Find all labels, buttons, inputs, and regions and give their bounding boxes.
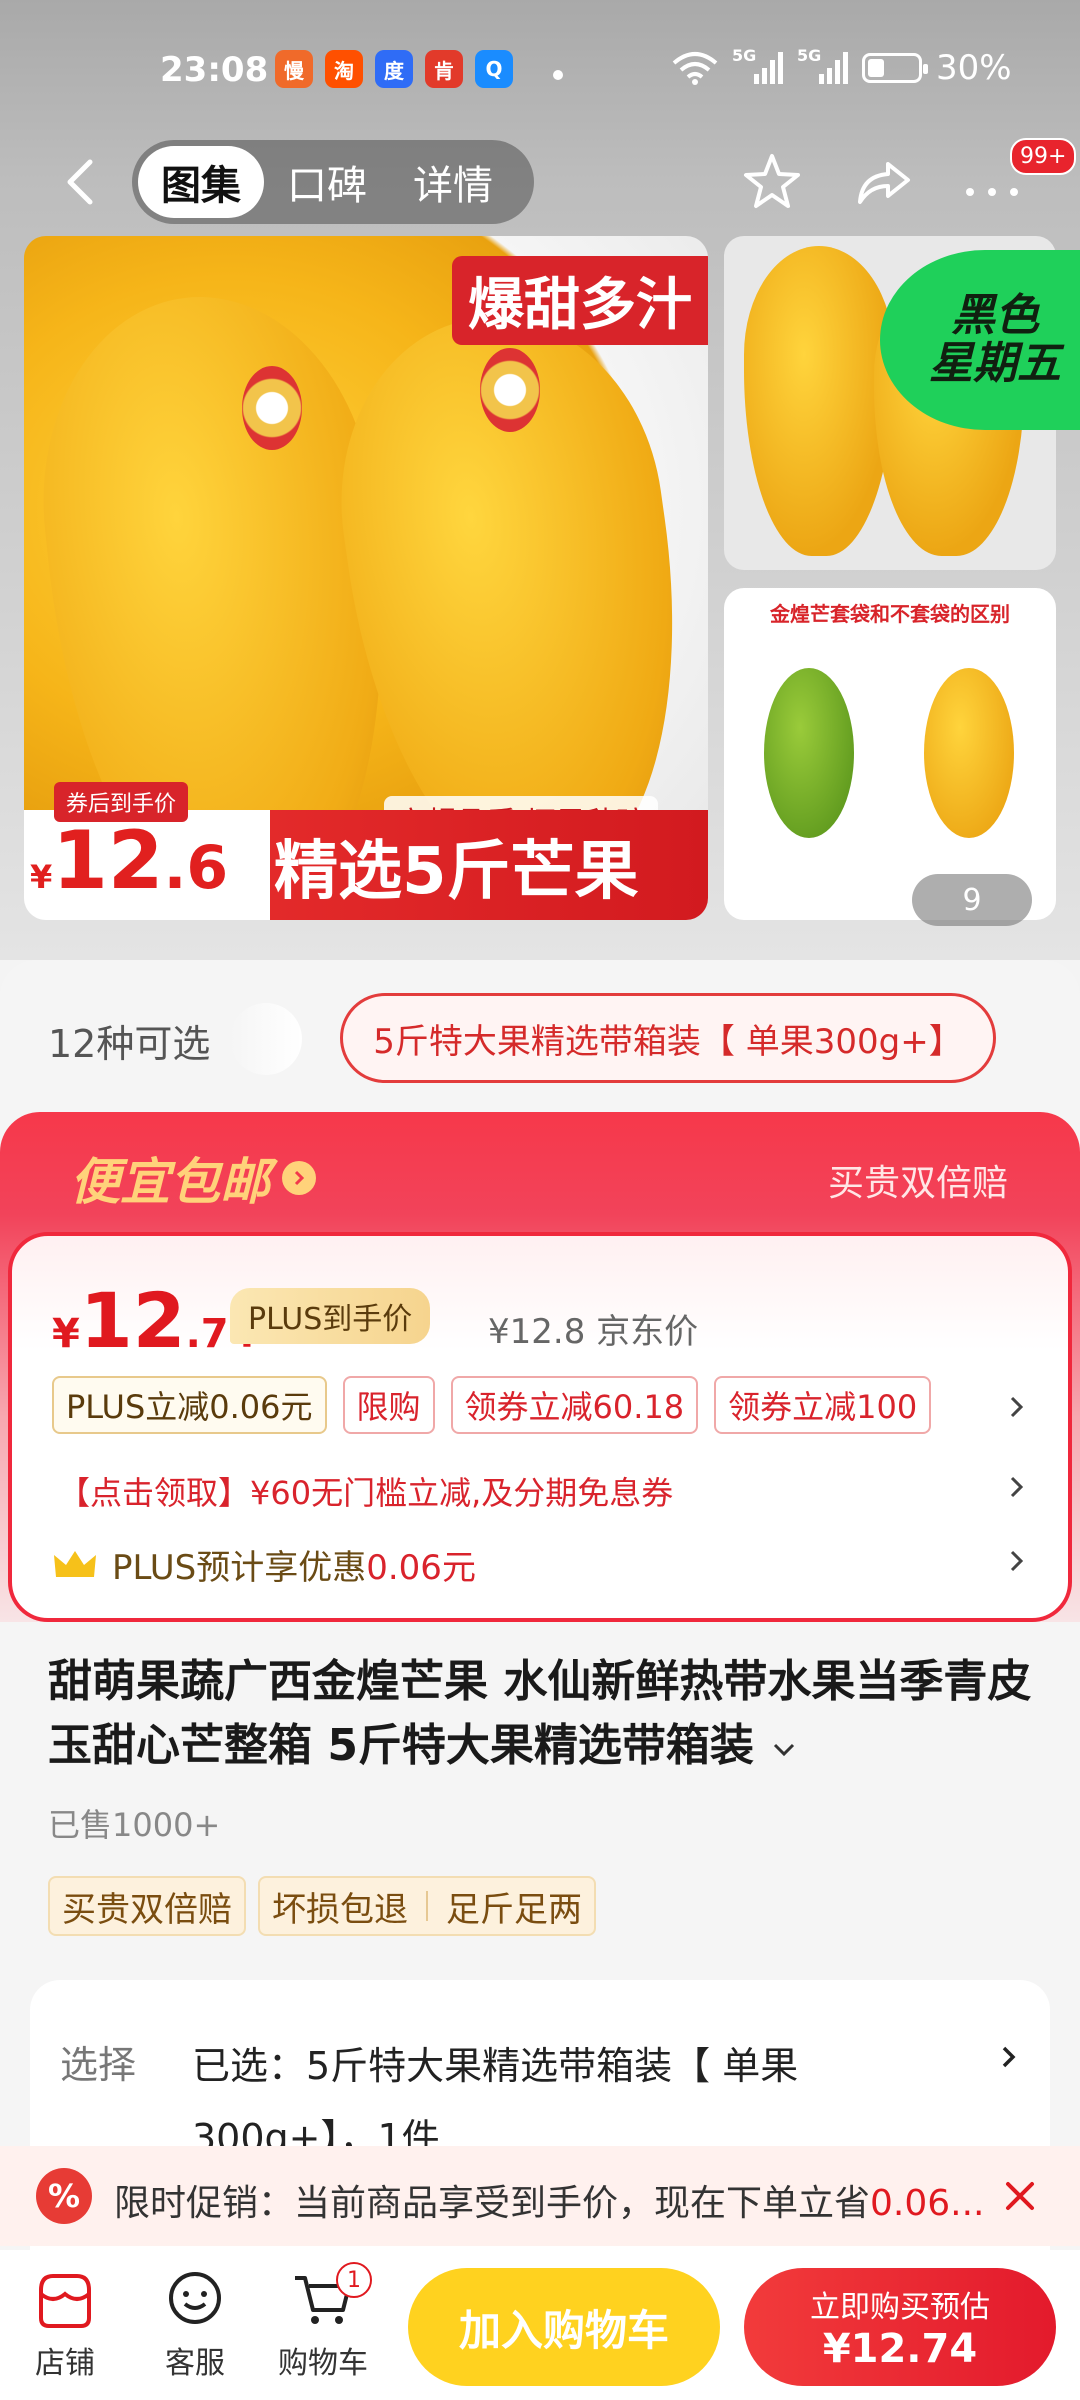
app-icon: 肯	[425, 50, 463, 88]
customer-service-button[interactable]: 客服	[140, 2268, 250, 2382]
app-icon: 淘	[325, 50, 363, 88]
tab-gallery[interactable]: 图集	[138, 146, 264, 218]
app-icon: Q	[475, 50, 513, 88]
notification-app-icons: 慢 淘 度 肯 Q	[275, 50, 513, 88]
chevron-right-icon	[1002, 2046, 1016, 2068]
divider	[426, 1891, 428, 1921]
notification-dot	[553, 70, 563, 80]
discount-icon: %	[36, 2168, 92, 2224]
image-gallery[interactable]: 23:08 慢 淘 度 肯 Q 5G 5G 30% 图集 口碑 详情 99+ 爆…	[0, 0, 1080, 960]
message-badge: 99+	[1010, 138, 1077, 175]
image-price-banner: 券后到手价 ¥12.6 精选5斤芒果	[24, 782, 708, 920]
signal-5g-icon: 5G	[797, 46, 848, 84]
cart-count-badge: 1	[336, 2262, 372, 2298]
service-tag: 足斤足两	[446, 1889, 582, 1930]
black-friday-badge: 黑色 星期五	[880, 250, 1080, 430]
coupon-tag[interactable]: 领券立减60.18	[450, 1376, 699, 1434]
coupon-claim-link[interactable]: 【点击领取】¥60无门槛立减,及分期免息券	[58, 1468, 673, 1514]
bottom-action-bar: 店铺 客服 购物车 1 加入购物车 立即购买预估 ¥12.74	[0, 2250, 1080, 2400]
chat-icon	[169, 2272, 221, 2324]
service-tags: 买贵双倍赔 坏损包退 足斤足两	[48, 1876, 596, 1936]
green-mango-illustration	[764, 668, 854, 838]
coupon-list[interactable]: PLUS立减0.06元 限购 领券立减60.18 领券立减100	[52, 1376, 932, 1434]
chevron-right-icon	[282, 1161, 316, 1195]
thumbnail-caption: 金煌芒套袋和不套袋的区别	[770, 602, 1010, 626]
service-tag-group: 坏损包退 足斤足两	[258, 1876, 596, 1936]
status-time: 23:08	[160, 50, 269, 90]
plus-discount-row[interactable]: PLUS预计享优惠 0.06元	[52, 1540, 476, 1589]
free-shipping-link[interactable]: 便宜包邮	[70, 1142, 316, 1214]
thumbnail-image[interactable]: 金煌芒套袋和不套袋的区别	[724, 588, 1056, 920]
status-bar: 23:08 慢 淘 度 肯 Q 5G 5G 30%	[0, 38, 1080, 108]
image-ribbon: 爆甜多汁	[452, 256, 708, 345]
buy-now-label: 立即购买预估	[810, 2290, 990, 2325]
product-title[interactable]: 甜萌果蔬广西金煌芒果 水仙新鲜热带水果当季青皮玉甜心芒整箱 5斤特大果精选带箱装	[48, 1650, 1038, 1778]
battery-icon	[862, 53, 928, 83]
app-icon: 慢	[275, 50, 313, 88]
back-icon[interactable]	[56, 156, 108, 208]
add-to-cart-button[interactable]: 加入购物车	[408, 2268, 720, 2386]
jd-price: ¥12.8 京东价	[488, 1312, 699, 1352]
image-counter: 9	[912, 874, 1032, 926]
plus-price-tag: PLUS到手价	[230, 1288, 431, 1344]
crown-icon	[54, 1550, 96, 1577]
variant-selector: 12种可选 5斤特大果精选带箱装【 单果300g+】	[0, 985, 1080, 1095]
chevron-right-icon[interactable]	[1006, 1472, 1028, 1502]
favorite-star-icon[interactable]	[740, 150, 804, 214]
image-title: 精选5斤芒果	[274, 835, 639, 909]
flash-sale-text: 限时促销：当前商品享受到手价，现在下单立省0.06...	[114, 2183, 985, 2224]
status-indicators: 5G 5G 30%	[672, 46, 1012, 88]
signal-5g-icon: 5G	[732, 46, 783, 84]
buy-now-button[interactable]: 立即购买预估 ¥12.74	[744, 2268, 1056, 2386]
top-nav: 图集 口碑 详情	[0, 140, 1080, 224]
service-tag: 买贵双倍赔	[48, 1876, 246, 1936]
chevron-right-icon[interactable]	[1006, 1546, 1028, 1576]
current-price: ¥12.74	[52, 1276, 257, 1365]
close-icon[interactable]	[1000, 2176, 1040, 2216]
yellow-mango-illustration	[924, 668, 1014, 838]
tab-details[interactable]: 详情	[390, 146, 516, 218]
tab-reviews[interactable]: 口碑	[264, 146, 390, 218]
mango-illustration	[744, 246, 894, 556]
main-product-image[interactable]: 爆甜多汁 商超品质 坏果秒赔 券后到手价 ¥12.6 精选5斤芒果	[24, 236, 708, 920]
coupon-tag[interactable]: 领券立减100	[714, 1376, 932, 1434]
gallery-tabs: 图集 口碑 详情	[132, 140, 534, 224]
coupon-tag[interactable]: PLUS立减0.06元	[52, 1376, 327, 1434]
shop-icon	[39, 2274, 91, 2328]
price-panel: ¥12.74 PLUS到手价 ¥12.8 京东价 PLUS立减0.06元 限购 …	[8, 1232, 1072, 1622]
shop-button[interactable]: 店铺	[10, 2268, 120, 2382]
wifi-icon	[672, 52, 718, 85]
service-tag: 坏损包退	[272, 1889, 408, 1930]
variant-thumbnail[interactable]	[230, 1003, 302, 1075]
flash-sale-bar[interactable]: % 限时促销：当前商品享受到手价，现在下单立省0.06...	[0, 2146, 1080, 2246]
variant-chip-selected[interactable]: 5斤特大果精选带箱装【 单果300g+】	[340, 993, 996, 1083]
fruit-sticker	[480, 348, 540, 432]
selection-label: 选择	[60, 2043, 137, 2087]
coupon-tag[interactable]: 限购	[342, 1376, 435, 1434]
chevron-right-icon[interactable]	[1006, 1392, 1028, 1422]
price-guarantee[interactable]: 买贵双倍赔	[828, 1154, 1008, 1206]
image-price: ¥12.6	[30, 814, 229, 907]
sold-count: 已售1000+	[48, 1806, 221, 1844]
variant-count[interactable]: 12种可选	[48, 1013, 210, 1068]
share-icon[interactable]	[852, 150, 916, 214]
battery-percent: 30%	[936, 48, 1012, 88]
chevron-down-icon[interactable]	[769, 1740, 799, 1760]
fruit-sticker	[242, 366, 302, 450]
app-icon: 度	[375, 50, 413, 88]
buy-now-price: ¥12.74	[822, 2326, 978, 2372]
